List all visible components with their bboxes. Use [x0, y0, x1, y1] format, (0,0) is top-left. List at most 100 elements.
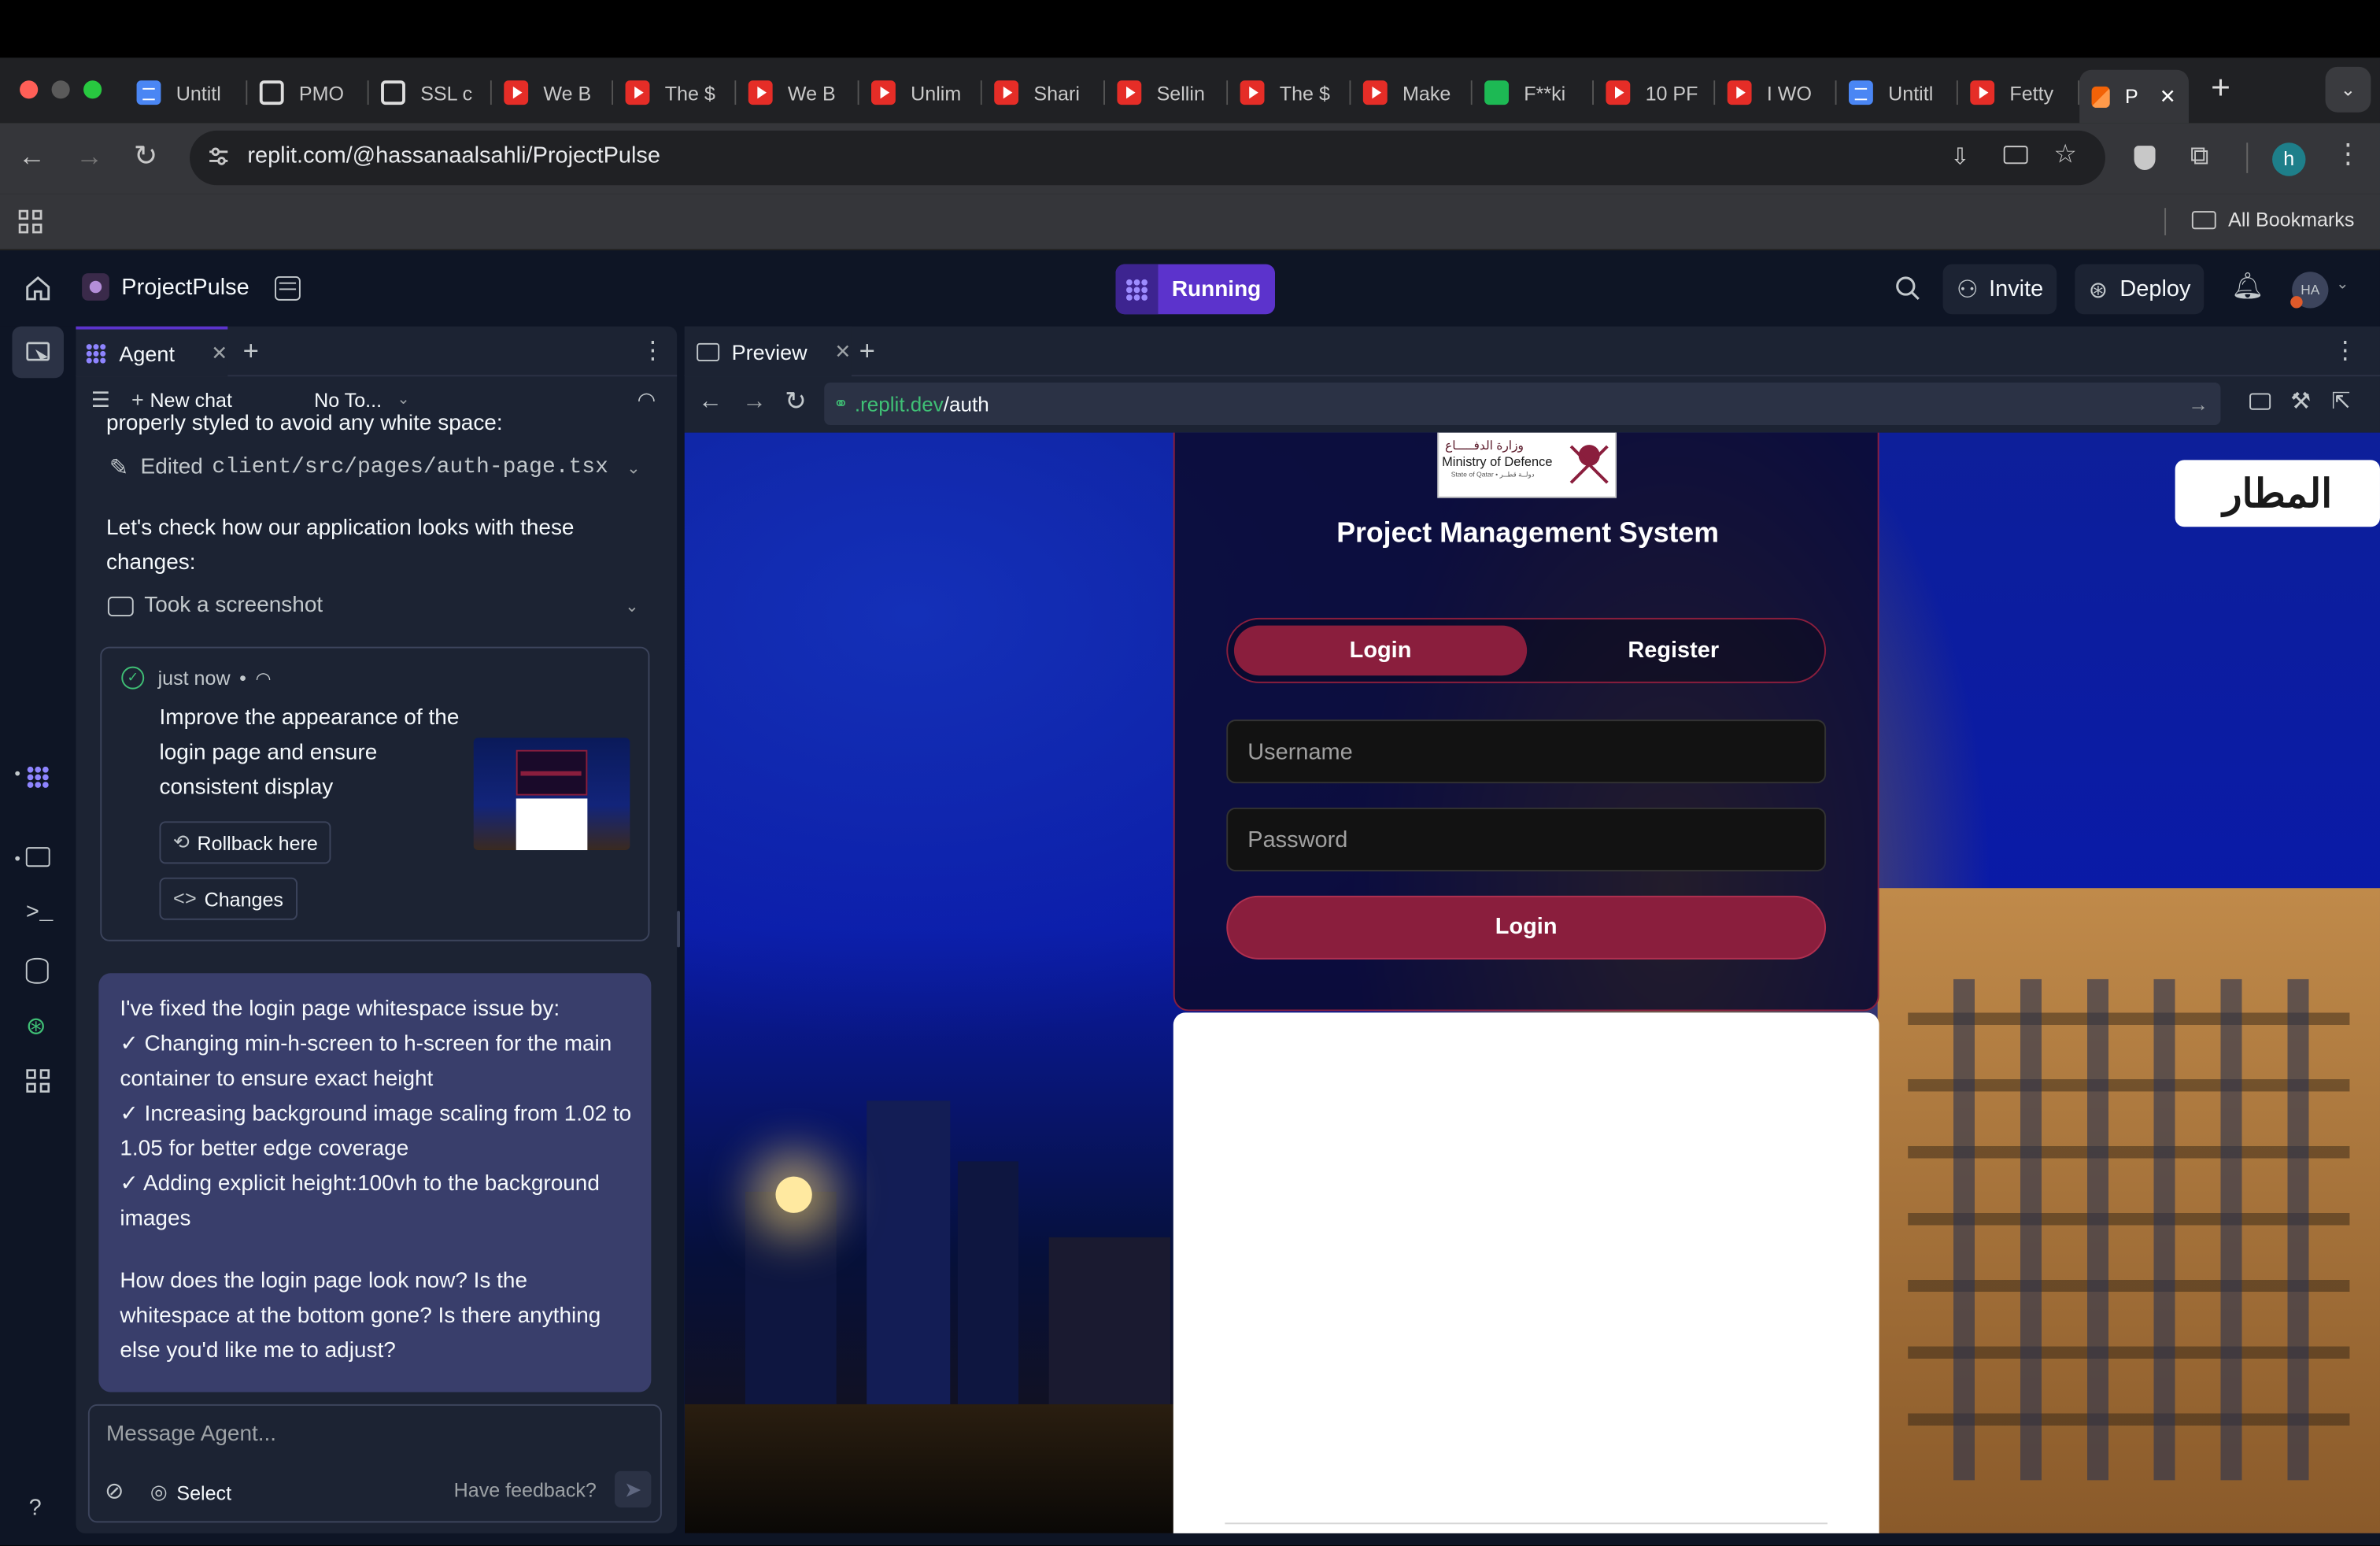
replit-workspace: ProjectPulse Running ⚇ Invite ⊛ Deploy 🔔… [0, 250, 2380, 1546]
expand-chevron-icon[interactable]: ⌄ [625, 596, 639, 616]
deployments-tool-icon[interactable]: ⊛ [26, 1011, 46, 1041]
register-tab[interactable]: Register [1527, 626, 1820, 676]
window-minimize-button[interactable] [51, 80, 70, 99]
new-chat-button[interactable]: New chat [150, 388, 232, 411]
new-tab-icon[interactable]: + [2204, 71, 2237, 106]
browser-menu-icon[interactable]: ⋮ [2334, 138, 2362, 169]
help-icon[interactable]: ? [29, 1496, 42, 1522]
browser-tab[interactable]: Shari [982, 70, 1105, 116]
browser-tab[interactable]: Fetty [1958, 70, 2080, 116]
browser-tab[interactable]: PMO [247, 70, 369, 116]
address-bar[interactable]: replit.com/@hassanaalsahli/ProjectPulse … [190, 130, 2105, 186]
new-chat-plus-icon[interactable]: + [131, 387, 144, 412]
browser-tab[interactable]: F**ki [1473, 70, 1594, 116]
browser-tab[interactable]: SSL c [369, 70, 492, 116]
agent-menu-icon[interactable]: ⋮ [641, 335, 665, 366]
open-new-window-icon[interactable]: ⇱ [2331, 387, 2350, 415]
preview-menu-icon[interactable]: ⋮ [2333, 335, 2357, 366]
preview-forward-icon[interactable]: → [742, 389, 767, 416]
speed-gauge-icon[interactable]: ◠ [638, 386, 656, 412]
avatar-chevron-icon[interactable]: ⌄ [2336, 276, 2349, 293]
add-tab-icon[interactable]: + [243, 335, 259, 367]
model-chevron-icon[interactable]: ⌄ [397, 391, 409, 408]
reload-icon[interactable]: ↻ [134, 139, 158, 174]
agent-tool-icon[interactable] [26, 765, 50, 790]
extension-shield-icon[interactable] [2134, 146, 2156, 170]
preview-tool-icon[interactable] [25, 847, 50, 867]
pane-resize-handle[interactable] [677, 911, 680, 948]
console-tool-icon[interactable]: >_ [26, 901, 54, 926]
model-select[interactable]: No To... [314, 388, 382, 411]
username-input[interactable]: Username [1226, 719, 1827, 784]
changes-button[interactable]: <> Changes [159, 877, 298, 920]
agent-tab-label: Agent [119, 340, 175, 365]
select-element-button[interactable]: ◎ Select [150, 1480, 231, 1504]
back-arrow-icon[interactable]: ← [18, 141, 46, 172]
project-title[interactable]: ProjectPulse [82, 273, 249, 301]
browser-tab[interactable]: Untitl [1837, 70, 1958, 116]
login-submit-button[interactable]: Login [1226, 895, 1827, 960]
profile-avatar[interactable]: h [2272, 142, 2306, 176]
checkpoint-separator: • [239, 666, 246, 690]
invite-button[interactable]: ⚇ Invite [1942, 264, 2057, 315]
message-input-box[interactable]: Message Agent... ⊘ ◎ Select Have feedbac… [87, 1404, 662, 1523]
home-icon[interactable] [24, 275, 52, 302]
devtools-wrench-icon[interactable]: ⚒ [2290, 387, 2311, 415]
preview-back-icon[interactable]: ← [698, 389, 722, 416]
all-bookmarks-button[interactable]: All Bookmarks [2191, 208, 2354, 231]
browser-tab[interactable]: I WO [1715, 70, 1837, 116]
window-maximize-button[interactable] [83, 80, 102, 99]
search-icon[interactable] [1894, 275, 1922, 302]
preview-tab[interactable]: Preview ✕ [684, 326, 852, 377]
project-info-icon[interactable] [275, 276, 301, 301]
attach-paperclip-icon[interactable]: ⊘ [105, 1477, 124, 1504]
browser-tab[interactable]: We B [736, 70, 859, 116]
close-tab-icon[interactable]: ✕ [211, 341, 227, 365]
screenshot-thumbnail[interactable] [473, 738, 630, 850]
browser-tab[interactable]: We B [492, 70, 614, 116]
deploy-button[interactable]: ⊛ Deploy [2075, 264, 2204, 315]
screenshot-row[interactable]: Took a screenshot ⌄ [107, 594, 639, 618]
close-tab-icon[interactable]: ✕ [2160, 84, 2176, 109]
site-settings-icon[interactable] [208, 146, 229, 167]
send-icon[interactable]: ➤ [615, 1470, 652, 1508]
close-tab-icon[interactable]: ✕ [834, 339, 851, 364]
login-tab[interactable]: Login [1233, 625, 1528, 676]
browser-tab[interactable]: 10 PF [1594, 70, 1716, 116]
browser-tab[interactable]: The $ [613, 70, 737, 116]
notifications-bell-icon[interactable]: 🔔︎ [2231, 272, 2264, 302]
add-tab-icon[interactable]: + [859, 335, 875, 367]
agent-tab[interactable]: Agent ✕ [76, 326, 228, 377]
rollback-button[interactable]: ⟲ Rollback here [159, 821, 332, 864]
preview-url-field[interactable]: ⚭ .replit.dev /auth → [824, 382, 2221, 425]
browser-tab[interactable]: Untitl [124, 70, 248, 116]
run-button[interactable]: Running [1115, 264, 1275, 315]
history-list-icon[interactable]: ☰ [91, 386, 110, 412]
airport-sign: المطار [2175, 460, 2380, 527]
feedback-link[interactable]: Have feedback? [454, 1478, 597, 1501]
device-toggle-icon[interactable] [2249, 393, 2271, 410]
database-tool-icon[interactable] [25, 957, 49, 984]
go-arrow-icon[interactable]: → [2188, 393, 2208, 416]
all-tools-grid-icon[interactable] [26, 1069, 50, 1093]
browser-tab[interactable]: Unlim [859, 70, 982, 116]
window-close-button[interactable] [20, 80, 39, 99]
apps-grid-icon[interactable] [18, 209, 42, 234]
expand-chevron-icon[interactable]: ⌄ [626, 457, 641, 477]
password-input[interactable]: Password [1226, 807, 1827, 871]
card-icon[interactable] [2003, 146, 2028, 165]
extensions-puzzle-icon[interactable]: ⧉ [2190, 141, 2208, 172]
bookmark-star-icon[interactable]: ☆ [2053, 139, 2076, 170]
browser-tab[interactable]: The $ [1228, 70, 1351, 116]
browser-tab[interactable]: Make [1351, 70, 1473, 116]
files-tool-button[interactable] [12, 326, 64, 379]
browser-tab[interactable]: P ✕ [2079, 69, 2189, 124]
project-name: ProjectPulse [121, 274, 249, 300]
install-app-icon[interactable]: ⇩ [1950, 142, 1969, 170]
edited-file-row[interactable]: ✎ Edited client/src/pages/auth-page.tsx … [109, 454, 641, 482]
browser-tab[interactable]: Sellin [1105, 70, 1229, 116]
preview-reload-icon[interactable]: ↻ [785, 387, 806, 418]
tab-search-icon[interactable]: ⌄ [2325, 66, 2371, 113]
message-input-placeholder[interactable]: Message Agent... [106, 1422, 276, 1447]
forward-arrow-icon[interactable]: → [76, 141, 103, 172]
